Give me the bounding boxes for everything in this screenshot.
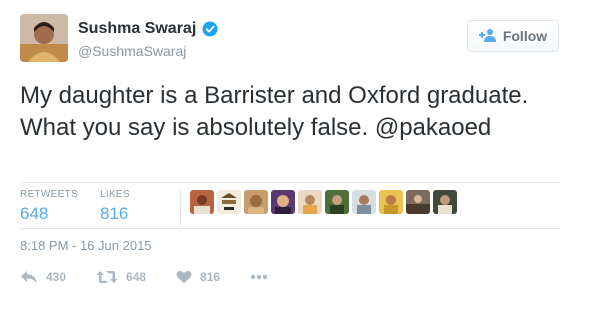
display-name[interactable]: Sushma Swaraj bbox=[78, 20, 196, 38]
stats-separator bbox=[180, 188, 181, 226]
tweet-card: Sushma Swaraj @SushmaSwaraj Follow My da… bbox=[0, 0, 600, 321]
retweets-label: RETWEETS bbox=[20, 189, 78, 200]
verified-icon bbox=[202, 21, 218, 37]
more-icon bbox=[250, 274, 268, 280]
reply-count: 430 bbox=[46, 270, 67, 284]
user-handle[interactable]: @SushmaSwaraj bbox=[78, 43, 186, 59]
liker-avatar[interactable] bbox=[244, 190, 268, 214]
name-row: Sushma Swaraj bbox=[78, 20, 218, 38]
retweet-count: 648 bbox=[126, 270, 147, 284]
heart-icon bbox=[176, 270, 192, 284]
tweet-actions: 430 648 816 bbox=[20, 270, 298, 284]
liker-avatar[interactable] bbox=[325, 190, 349, 214]
likes-stat[interactable]: LIKES 816 bbox=[100, 189, 130, 224]
stats-top-divider bbox=[20, 182, 560, 183]
follow-user-icon bbox=[478, 28, 497, 45]
stats-bottom-divider bbox=[20, 228, 560, 229]
follow-button[interactable]: Follow bbox=[467, 20, 559, 52]
follow-label: Follow bbox=[502, 28, 548, 44]
retweets-value: 648 bbox=[20, 204, 49, 223]
likes-label: LIKES bbox=[100, 189, 130, 200]
like-action[interactable]: 816 bbox=[176, 270, 220, 284]
tweet-timestamp[interactable]: 8:18 PM - 16 Jun 2015 bbox=[20, 238, 152, 253]
liker-avatar[interactable] bbox=[379, 190, 403, 214]
retweet-action[interactable]: 648 bbox=[96, 270, 146, 284]
likes-value: 816 bbox=[100, 204, 129, 223]
liker-avatar[interactable] bbox=[433, 190, 457, 214]
liker-avatars bbox=[190, 190, 457, 214]
tweet-text: My daughter is a Barrister and Oxford gr… bbox=[20, 82, 529, 141]
like-count: 816 bbox=[200, 270, 221, 284]
more-action[interactable] bbox=[250, 274, 268, 280]
liker-avatar[interactable] bbox=[406, 190, 430, 214]
liker-avatar[interactable] bbox=[271, 190, 295, 214]
liker-avatar[interactable] bbox=[298, 190, 322, 214]
retweet-icon bbox=[96, 270, 118, 284]
liker-avatar[interactable] bbox=[352, 190, 376, 214]
liker-avatar[interactable] bbox=[190, 190, 214, 214]
reply-action[interactable]: 430 bbox=[20, 270, 66, 284]
profile-avatar[interactable] bbox=[20, 14, 68, 62]
liker-avatar[interactable] bbox=[217, 190, 241, 214]
retweets-stat[interactable]: RETWEETS 648 bbox=[20, 189, 78, 224]
reply-icon bbox=[20, 270, 38, 284]
